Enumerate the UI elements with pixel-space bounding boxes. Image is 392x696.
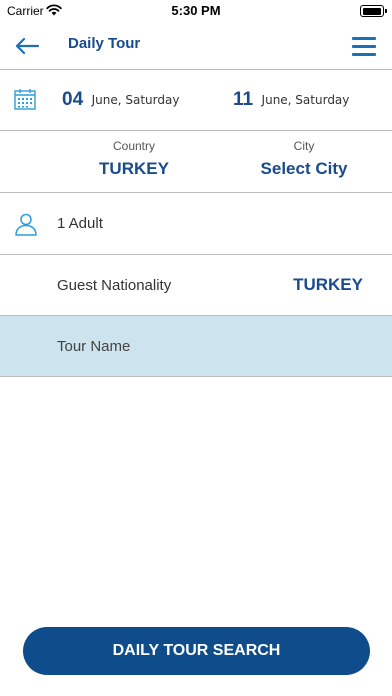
back-arrow-icon[interactable] <box>14 36 40 56</box>
nationality-label: Guest Nationality <box>57 277 172 294</box>
date-range-row: 04 June, Saturday 11 June, Saturday <box>0 70 392 131</box>
clock: 5:30 PM <box>171 3 221 18</box>
person-icon <box>15 213 37 236</box>
calendar-icon[interactable] <box>14 89 36 110</box>
city-caption: City <box>293 139 315 153</box>
guest-selector[interactable]: 1 Adult <box>0 193 392 255</box>
country-selector[interactable]: Country TURKEY <box>49 139 219 179</box>
start-date[interactable]: 04 June, Saturday <box>62 89 179 113</box>
page-title: Daily Tour <box>68 35 141 52</box>
nationality-value: TURKEY <box>293 275 363 294</box>
end-date-day: 11 <box>233 89 254 110</box>
tour-name-input[interactable]: Tour Name <box>0 316 392 377</box>
location-row: Country TURKEY City Select City <box>0 131 392 193</box>
end-date[interactable]: 11 June, Saturday <box>233 89 349 113</box>
nationality-selector[interactable]: Guest Nationality TURKEY <box>0 255 392 316</box>
country-value: TURKEY <box>99 159 169 178</box>
battery-icon <box>360 5 387 17</box>
country-caption: Country <box>112 139 156 153</box>
city-value: Select City <box>260 159 348 178</box>
hamburger-menu-icon[interactable] <box>352 36 376 56</box>
start-date-day: 04 <box>62 89 84 110</box>
status-bar: Carrier 5:30 PM <box>0 0 392 22</box>
daily-tour-search-button[interactable]: DAILY TOUR SEARCH <box>23 627 370 675</box>
app-header: Daily Tour <box>0 22 392 70</box>
city-selector[interactable]: City Select City <box>219 139 389 179</box>
start-date-label: June, Saturday <box>91 93 180 107</box>
guest-count: 1 Adult <box>57 215 103 232</box>
end-date-label: June, Saturday <box>261 93 350 107</box>
tour-name-placeholder: Tour Name <box>57 338 131 355</box>
